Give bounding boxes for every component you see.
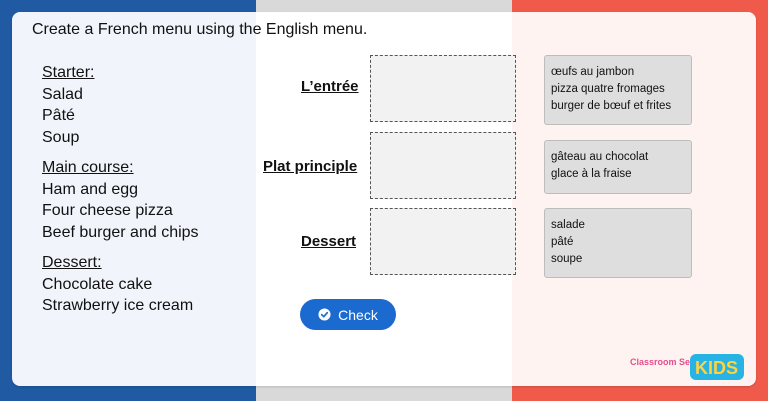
menu-item: Strawberry ice cream [42, 297, 194, 314]
dessert-heading: Dessert: [42, 254, 102, 271]
label-entree: L’entrée [301, 78, 359, 95]
option-line: pâté [551, 236, 574, 248]
option-line: soupe [551, 253, 583, 265]
menu-item: Soup [42, 128, 80, 146]
menu-item: Salad [42, 85, 83, 103]
logo-text-kids: KIDS [695, 358, 738, 378]
menu-item: Chocolate cake [42, 275, 153, 293]
dropzone-dessert[interactable] [370, 208, 516, 275]
label-dessert: Dessert [301, 233, 357, 250]
activity-card: Create a French menu using the English m… [12, 12, 756, 386]
classroom-secrets-kids-logo: Classroom Secrets KIDS [630, 354, 744, 380]
starter-heading: Starter: [42, 64, 95, 81]
draggable-option-starter[interactable]: salade pâté soupe [544, 208, 692, 278]
check-button-label: Check [338, 306, 378, 323]
label-plat-principle: Plat principle [263, 158, 358, 175]
menu-item: Pâté [42, 107, 75, 124]
option-line: salade [551, 219, 585, 231]
draggable-option-dessert[interactable]: gâteau au chocolat glace à la fraise [544, 140, 692, 194]
dropzone-plat-principle[interactable] [370, 132, 516, 199]
main-course-heading: Main course: [42, 159, 134, 176]
menu-item: Ham and egg [42, 180, 139, 198]
option-line: burger de bœuf et frites [551, 100, 672, 112]
option-line: pizza quatre fromages [551, 83, 665, 95]
option-line: œufs au jambon [551, 66, 635, 78]
english-menu-starter: Starter: Salad Pâté Soup [42, 62, 199, 148]
option-line: gâteau au chocolat [551, 151, 649, 163]
english-menu: Starter: Salad Pâté Soup Main course: Ha… [42, 62, 199, 326]
menu-item: Four cheese pizza [42, 202, 173, 219]
check-button[interactable]: Check [300, 299, 396, 330]
check-circle-icon [318, 308, 331, 321]
instruction-text: Create a French menu using the English m… [32, 21, 368, 38]
english-menu-dessert: Dessert: Chocolate cake Strawberry ice c… [42, 252, 199, 317]
menu-item: Beef burger and chips [42, 223, 199, 241]
option-line: glace à la fraise [551, 168, 632, 180]
english-menu-main: Main course: Ham and egg Four cheese piz… [42, 157, 199, 243]
draggable-option-main[interactable]: œufs au jambon pizza quatre fromages bur… [544, 55, 692, 125]
dropzone-entree[interactable] [370, 55, 516, 122]
